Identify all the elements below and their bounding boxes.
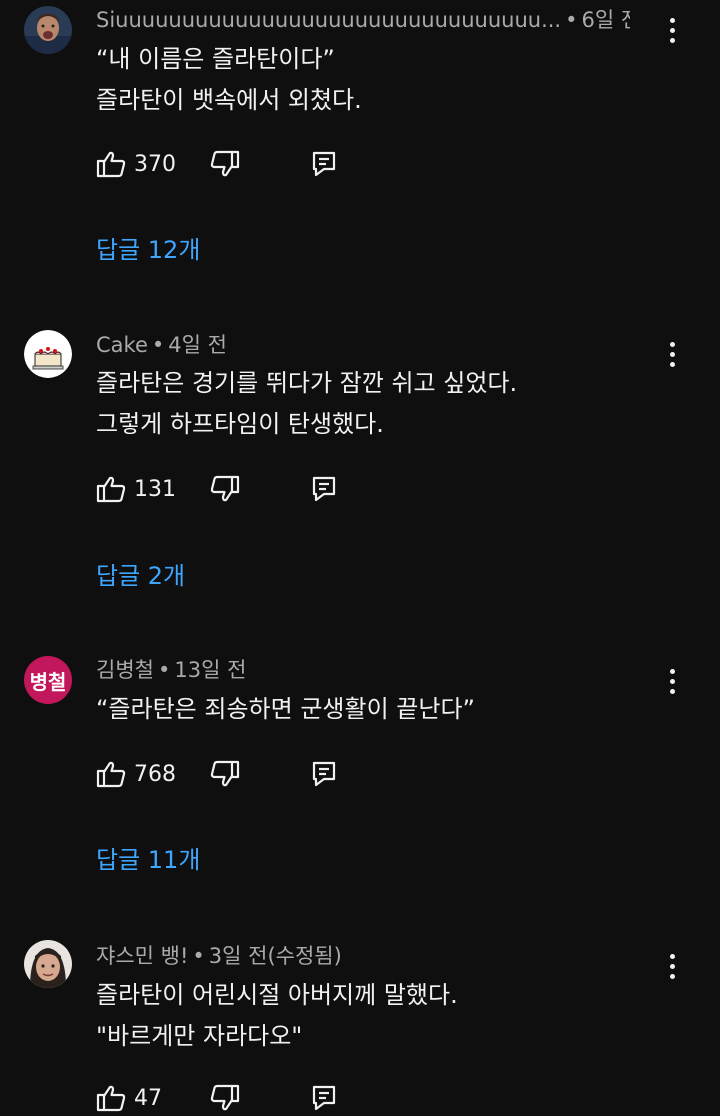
dislike-button[interactable]: [210, 475, 240, 503]
author-name[interactable]: Cake: [96, 333, 148, 357]
reply-icon: [312, 1085, 336, 1111]
meta-separator: •: [151, 333, 165, 357]
comment-actions: 131: [96, 473, 336, 505]
reply-button[interactable]: [312, 1085, 336, 1111]
thumbs-down-icon: [210, 150, 240, 177]
user-photo-icon: [24, 940, 72, 988]
more-options-button[interactable]: [660, 12, 684, 48]
like-count: 131: [134, 476, 176, 502]
view-replies-button[interactable]: 답글 12개: [96, 234, 200, 266]
user-photo-icon: [24, 6, 72, 54]
reply-icon: [312, 761, 336, 787]
view-replies-button[interactable]: 답글 11개: [96, 844, 200, 876]
like-count: 370: [134, 151, 176, 177]
comment-text: 즐라탄은 경기를 뛰다가 잠깐 쉬고 싶었다. 그렇게 하프타임이 탄생했다.: [96, 363, 660, 445]
comment-line: “즐라탄은 죄송하면 군생활이 끝난다”: [96, 695, 475, 723]
thumbs-down-icon: [210, 760, 240, 787]
reply-button[interactable]: [312, 761, 336, 787]
avatar[interactable]: [24, 940, 72, 988]
thumbs-up-icon: [96, 476, 126, 503]
thumbs-down-icon: [210, 475, 240, 502]
comment-meta: 쟈스민 뱅! • 3일 전(수정됨): [96, 942, 630, 970]
comment-line: 즐라탄이 뱃속에서 외쳤다.: [96, 86, 362, 114]
comment-actions: 768: [96, 758, 336, 790]
comment-time: 6일 전(수정됨): [581, 8, 631, 32]
thumbs-up-icon: [96, 151, 126, 178]
more-options-button[interactable]: [660, 336, 684, 372]
like-count: 768: [134, 761, 176, 787]
thumbs-down-icon: [210, 1084, 240, 1111]
comment-actions: 370: [96, 148, 336, 180]
comment-time: 13일 전: [174, 658, 247, 682]
more-options-button[interactable]: [660, 948, 684, 984]
view-replies-button[interactable]: 답글 2개: [96, 560, 185, 592]
comment-line: 그렇게 하프타임이 탄생했다.: [96, 410, 384, 438]
comment-meta: Siuuuuuuuuuuuuuuuuuuuuuuuuuuuuuuuu... • 6일…: [96, 6, 630, 34]
author-name[interactable]: Siuuuuuuuuuuuuuuuuuuuuuuuuuuuuuuuu...: [96, 8, 561, 32]
reply-icon: [312, 151, 336, 177]
like-button[interactable]: 768: [96, 760, 210, 788]
comment-feed: Siuuuuuuuuuuuuuuuuuuuuuuuuuuuuuuuu... • 6일…: [0, 0, 720, 1116]
comment-line: 즐라탄이 어린시절 아버지께 말했다.: [96, 981, 458, 1009]
more-options-button[interactable]: [660, 663, 684, 699]
like-button[interactable]: 370: [96, 150, 210, 178]
like-count: 47: [134, 1085, 162, 1111]
comment-line: "바르게만 자라다오": [96, 1022, 303, 1050]
reply-button[interactable]: [312, 151, 336, 177]
comment-line: 즐라탄은 경기를 뛰다가 잠깐 쉬고 싶었다.: [96, 369, 518, 397]
avatar-initials: 병철: [29, 669, 67, 694]
meta-separator: •: [157, 658, 171, 682]
comment-time: 3일 전(수정됨): [208, 944, 342, 968]
like-button[interactable]: 131: [96, 475, 210, 503]
comment-text: “즐라탄은 죄송하면 군생활이 끝난다”: [96, 689, 660, 730]
avatar[interactable]: 병철: [24, 656, 72, 704]
author-name[interactable]: 쟈스민 뱅!: [96, 944, 188, 968]
avatar[interactable]: [24, 330, 72, 378]
reply-button[interactable]: [312, 476, 336, 502]
thumbs-up-icon: [96, 761, 126, 788]
comment-meta: 김병철 • 13일 전: [96, 656, 630, 684]
author-name[interactable]: 김병철: [96, 658, 154, 682]
thumbs-up-icon: [96, 1085, 126, 1112]
dislike-button[interactable]: [210, 760, 240, 788]
cake-icon: [24, 330, 72, 378]
dislike-button[interactable]: [210, 1084, 240, 1112]
comment-text: “내 이름은 즐라탄이다” 즐라탄이 뱃속에서 외쳤다.: [96, 39, 660, 121]
comment-meta: Cake • 4일 전: [96, 331, 630, 359]
comment-text: 즐라탄이 어린시절 아버지께 말했다. "바르게만 자라다오": [96, 975, 660, 1057]
meta-separator: •: [565, 8, 578, 32]
dislike-button[interactable]: [210, 150, 240, 178]
comment-time: 4일 전: [168, 333, 227, 357]
reply-icon: [312, 476, 336, 502]
like-button[interactable]: 47: [96, 1084, 210, 1112]
comment-actions: 47: [96, 1082, 336, 1114]
avatar[interactable]: [24, 6, 72, 54]
meta-separator: •: [192, 944, 205, 968]
comment-line: “내 이름은 즐라탄이다”: [96, 45, 335, 73]
